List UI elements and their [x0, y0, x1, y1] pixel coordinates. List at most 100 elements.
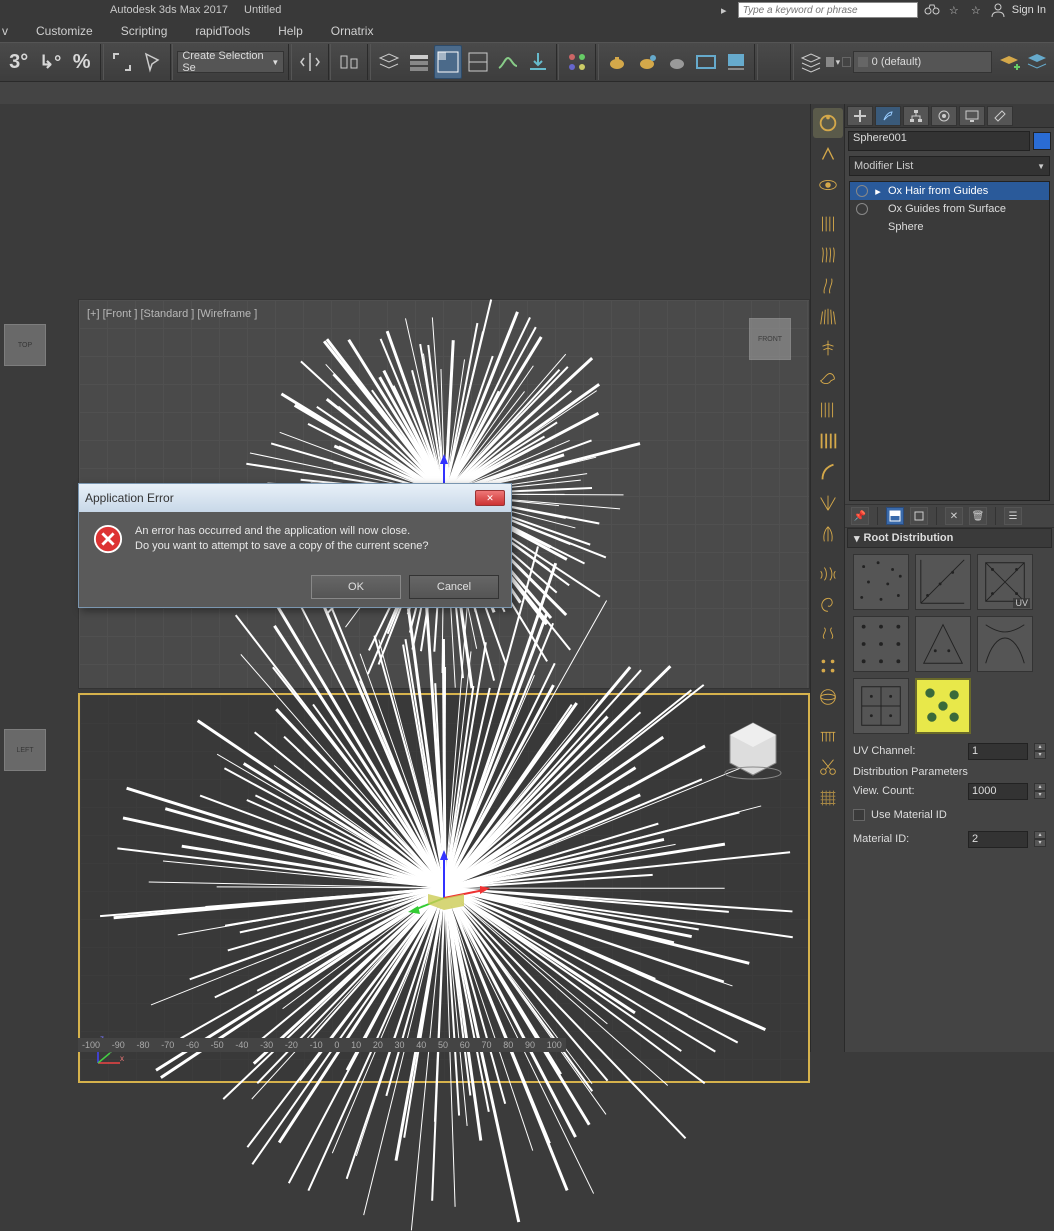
layers-icon[interactable]	[1024, 47, 1050, 77]
download-icon[interactable]	[524, 45, 552, 79]
user-icon[interactable]	[990, 2, 1006, 18]
cancel-button[interactable]: Cancel	[409, 575, 499, 599]
teapot-render-setup-icon[interactable]	[633, 45, 661, 79]
ox-weave-icon[interactable]	[813, 783, 843, 813]
dialog-close-icon[interactable]: ✕	[475, 490, 505, 506]
ox-lines-thick-icon[interactable]	[813, 426, 843, 456]
menu-rapidtools[interactable]: rapidTools	[181, 21, 264, 41]
mirror-icon[interactable]	[296, 45, 324, 79]
viewcube-persp-icon[interactable]	[718, 715, 788, 785]
search-input[interactable]	[738, 2, 918, 18]
rollout-header[interactable]: ▾ Root Distribution	[847, 528, 1052, 548]
ox-arrow-icon[interactable]	[813, 139, 843, 169]
ox-bird-icon[interactable]	[813, 364, 843, 394]
ox-dots-icon[interactable]	[813, 651, 843, 681]
ox-feather-icon[interactable]	[813, 333, 843, 363]
menu-view[interactable]: v	[0, 21, 22, 41]
object-color-swatch[interactable]	[1033, 132, 1051, 150]
uv-channel-spinner[interactable]: 1	[968, 743, 1028, 760]
dist-uv-icon[interactable]: UV	[977, 554, 1033, 610]
layer-explorer-icon[interactable]	[375, 45, 403, 79]
timeline-ruler[interactable]: -100-90-80-70-60-50-40-30-20-10010203040…	[78, 1038, 566, 1052]
selection-lock-icon[interactable]	[138, 45, 166, 79]
dist-face-icon[interactable]	[915, 616, 971, 672]
modifier-stack[interactable]: ▸Ox Hair from Guides Ox Guides from Surf…	[849, 181, 1050, 501]
dist-edge-icon[interactable]	[915, 554, 971, 610]
toggle-ribbon-icon[interactable]	[405, 45, 433, 79]
star-icon-2[interactable]: ☆	[968, 2, 984, 18]
dist-vertex-icon[interactable]	[853, 616, 909, 672]
expand-icon[interactable]: ▸	[874, 185, 882, 198]
trash-icon[interactable]: 🗑	[969, 507, 987, 525]
binoculars-icon[interactable]	[924, 2, 940, 18]
graph-icon[interactable]	[494, 45, 522, 79]
percent-snap-icon[interactable]: %	[67, 44, 96, 80]
viewcube-top[interactable]: TOP	[4, 324, 46, 366]
material-id-spinner[interactable]: 2	[968, 831, 1028, 848]
dist-random-icon[interactable]	[853, 554, 909, 610]
layer-stack-icon[interactable]	[798, 47, 824, 77]
use-material-id-checkbox[interactable]	[853, 809, 865, 821]
menu-ornatrix[interactable]: Ornatrix	[317, 21, 388, 41]
ok-button[interactable]: OK	[311, 575, 401, 599]
layer-color-1[interactable]	[826, 57, 834, 67]
ox-strands-curl-icon[interactable]	[813, 271, 843, 301]
viewcube-left[interactable]: LEFT	[4, 729, 46, 771]
ox-scissors-icon[interactable]	[813, 752, 843, 782]
tab-hierarchy-icon[interactable]	[903, 106, 929, 126]
star-icon[interactable]: ☆	[946, 2, 962, 18]
tab-motion-icon[interactable]	[931, 106, 957, 126]
ox-strands-wave-icon[interactable]	[813, 240, 843, 270]
material-editor-icon[interactable]	[563, 45, 591, 79]
modifier-item[interactable]: Ox Guides from Surface	[850, 200, 1049, 218]
move-gizmo-persp-icon[interactable]	[394, 848, 494, 928]
ox-curve-single-icon[interactable]	[813, 457, 843, 487]
remove-modifier-icon[interactable]: ✕	[945, 507, 963, 525]
pin-stack-icon[interactable]: 📌	[851, 507, 869, 525]
ox-swirl-icon[interactable]	[813, 589, 843, 619]
align-icon[interactable]	[335, 45, 363, 79]
viewcube-front[interactable]: FRONT	[749, 318, 791, 360]
search-dropdown-icon[interactable]: ▸	[716, 2, 732, 18]
spinner-arrows[interactable]: ▴▾	[1034, 783, 1046, 799]
ox-strands-1-icon[interactable]	[813, 209, 843, 239]
menu-help[interactable]: Help	[264, 21, 317, 41]
dist-curve-icon[interactable]	[977, 616, 1033, 672]
ox-sphere-icon[interactable]	[813, 682, 843, 712]
named-selection-dropdown[interactable]: Create Selection Se▼	[177, 51, 284, 73]
dist-even-icon[interactable]	[853, 678, 909, 734]
selection-bracket-icon[interactable]	[108, 45, 136, 79]
show-end-result-icon[interactable]	[886, 507, 904, 525]
dialog-titlebar[interactable]: Application Error ✕	[79, 484, 511, 512]
layer-dropdown[interactable]: 0 (default)	[853, 51, 992, 73]
spinner-snap-icon[interactable]: ↳°	[35, 44, 64, 80]
ox-comb-icon[interactable]	[813, 721, 843, 751]
add-layer-icon[interactable]	[996, 47, 1022, 77]
tab-create-icon[interactable]	[847, 106, 873, 126]
tab-utilities-icon[interactable]	[987, 106, 1013, 126]
teapot-grey-icon[interactable]	[663, 45, 691, 79]
configure-sets-icon[interactable]: ☰	[1004, 507, 1022, 525]
sign-in-link[interactable]: Sign In	[1012, 4, 1046, 16]
dist-selected-icon[interactable]	[915, 678, 971, 734]
ox-spread-icon[interactable]	[813, 488, 843, 518]
ox-lines-icon[interactable]	[813, 395, 843, 425]
render-output-icon[interactable]	[722, 45, 750, 79]
eye-icon[interactable]	[856, 203, 868, 215]
make-unique-icon[interactable]	[910, 507, 928, 525]
menu-customize[interactable]: Customize	[22, 21, 107, 41]
ox-braid-icon[interactable]	[813, 620, 843, 650]
modifier-item[interactable]: ▸Ox Hair from Guides	[850, 182, 1049, 200]
spinner-arrows[interactable]: ▴▾	[1034, 831, 1046, 847]
ox-wave-group-icon[interactable]	[813, 558, 843, 588]
layer-color-2[interactable]	[842, 57, 850, 67]
ox-clump-icon[interactable]	[813, 519, 843, 549]
spinner-arrows[interactable]: ▴▾	[1034, 743, 1046, 759]
menu-scripting[interactable]: Scripting	[107, 21, 182, 41]
object-name-field[interactable]: Sphere001	[848, 131, 1030, 151]
schematic-view-icon[interactable]	[464, 45, 492, 79]
angle-snap-icon[interactable]: 3°	[4, 44, 33, 80]
tab-display-icon[interactable]	[959, 106, 985, 126]
teapot-render-icon[interactable]	[603, 45, 631, 79]
ox-grass-icon[interactable]	[813, 302, 843, 332]
